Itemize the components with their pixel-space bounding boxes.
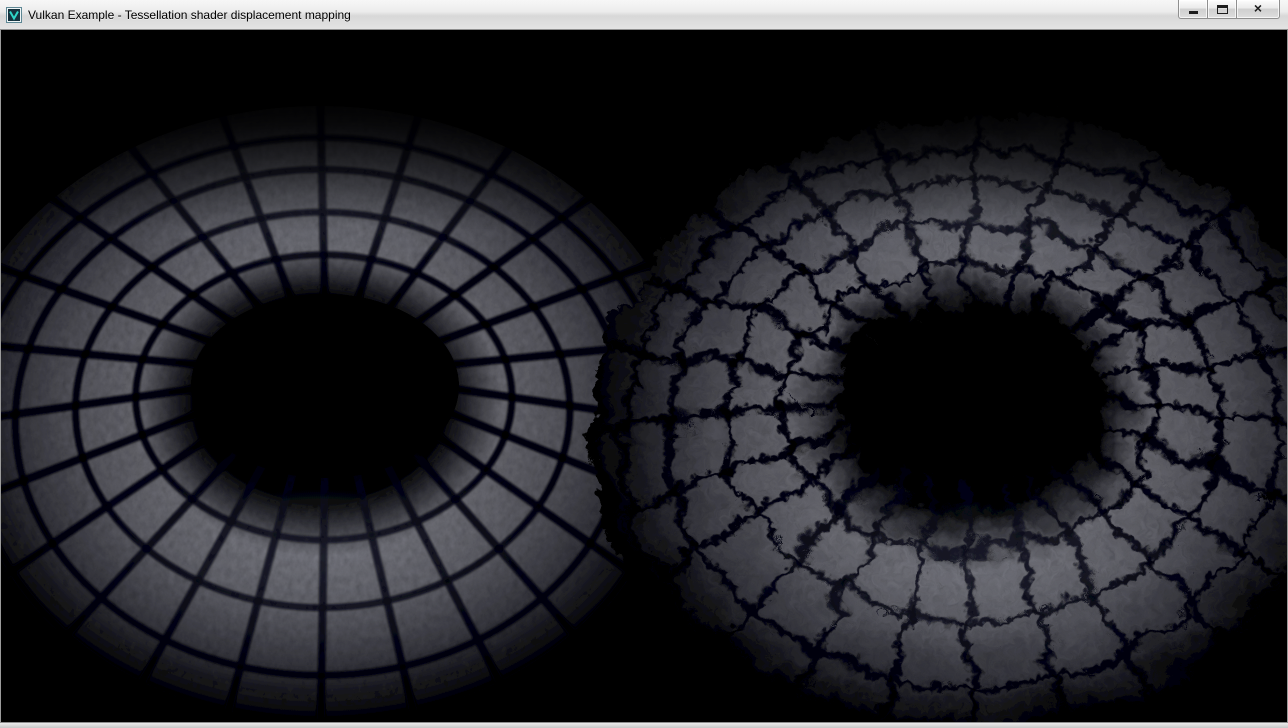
close-button[interactable]: ×	[1236, 0, 1280, 19]
minimize-button[interactable]	[1178, 0, 1208, 19]
window-left-border	[0, 30, 1, 722]
minimize-icon	[1189, 11, 1198, 14]
render-viewport[interactable]	[0, 30, 1288, 722]
window-controls: ×	[1179, 0, 1288, 19]
app-window: Vulkan Example - Tessellation shader dis…	[0, 0, 1288, 728]
window-bottom-border	[0, 722, 1288, 728]
window-title: Vulkan Example - Tessellation shader dis…	[28, 8, 351, 22]
close-icon: ×	[1254, 1, 1262, 15]
maximize-button[interactable]	[1207, 0, 1237, 19]
title-bar[interactable]: Vulkan Example - Tessellation shader dis…	[0, 0, 1288, 30]
maximize-icon	[1217, 5, 1228, 14]
app-icon	[6, 7, 22, 23]
render-scene	[0, 30, 1288, 722]
